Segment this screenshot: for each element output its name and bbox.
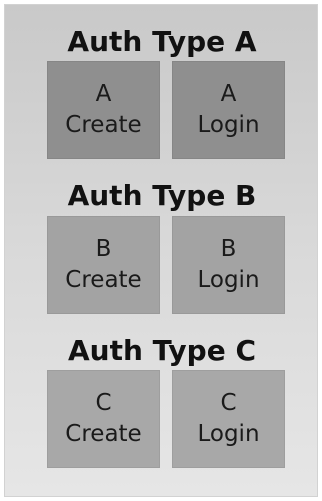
tile-label: Create: [65, 267, 142, 293]
tile-letter: C: [220, 390, 237, 416]
tile-label: Login: [197, 421, 260, 447]
auth-a-login-button[interactable]: A Login: [172, 61, 285, 159]
tile-letter: B: [220, 236, 237, 262]
tile-letter: A: [95, 81, 112, 107]
auth-b-login-button[interactable]: B Login: [172, 216, 285, 314]
auth-c-create-button[interactable]: C Create: [47, 370, 160, 468]
tile-label: Create: [65, 421, 142, 447]
tile-letter: A: [220, 81, 237, 107]
tile-letter: C: [95, 390, 112, 416]
tile-letter: B: [95, 236, 112, 262]
tile-label: Login: [197, 267, 260, 293]
auth-a-create-button[interactable]: A Create: [47, 61, 160, 159]
section-title-auth-type-a: Auth Type A: [67, 25, 257, 58]
section-title-auth-type-b: Auth Type B: [67, 179, 257, 212]
tile-label: Create: [65, 112, 142, 138]
auth-c-login-button[interactable]: C Login: [172, 370, 285, 468]
auth-panel: Auth Type A A Create A Login Auth Type B…: [4, 4, 318, 497]
auth-b-create-button[interactable]: B Create: [47, 216, 160, 314]
tile-label: Login: [197, 112, 260, 138]
section-title-auth-type-c: Auth Type C: [67, 334, 257, 367]
